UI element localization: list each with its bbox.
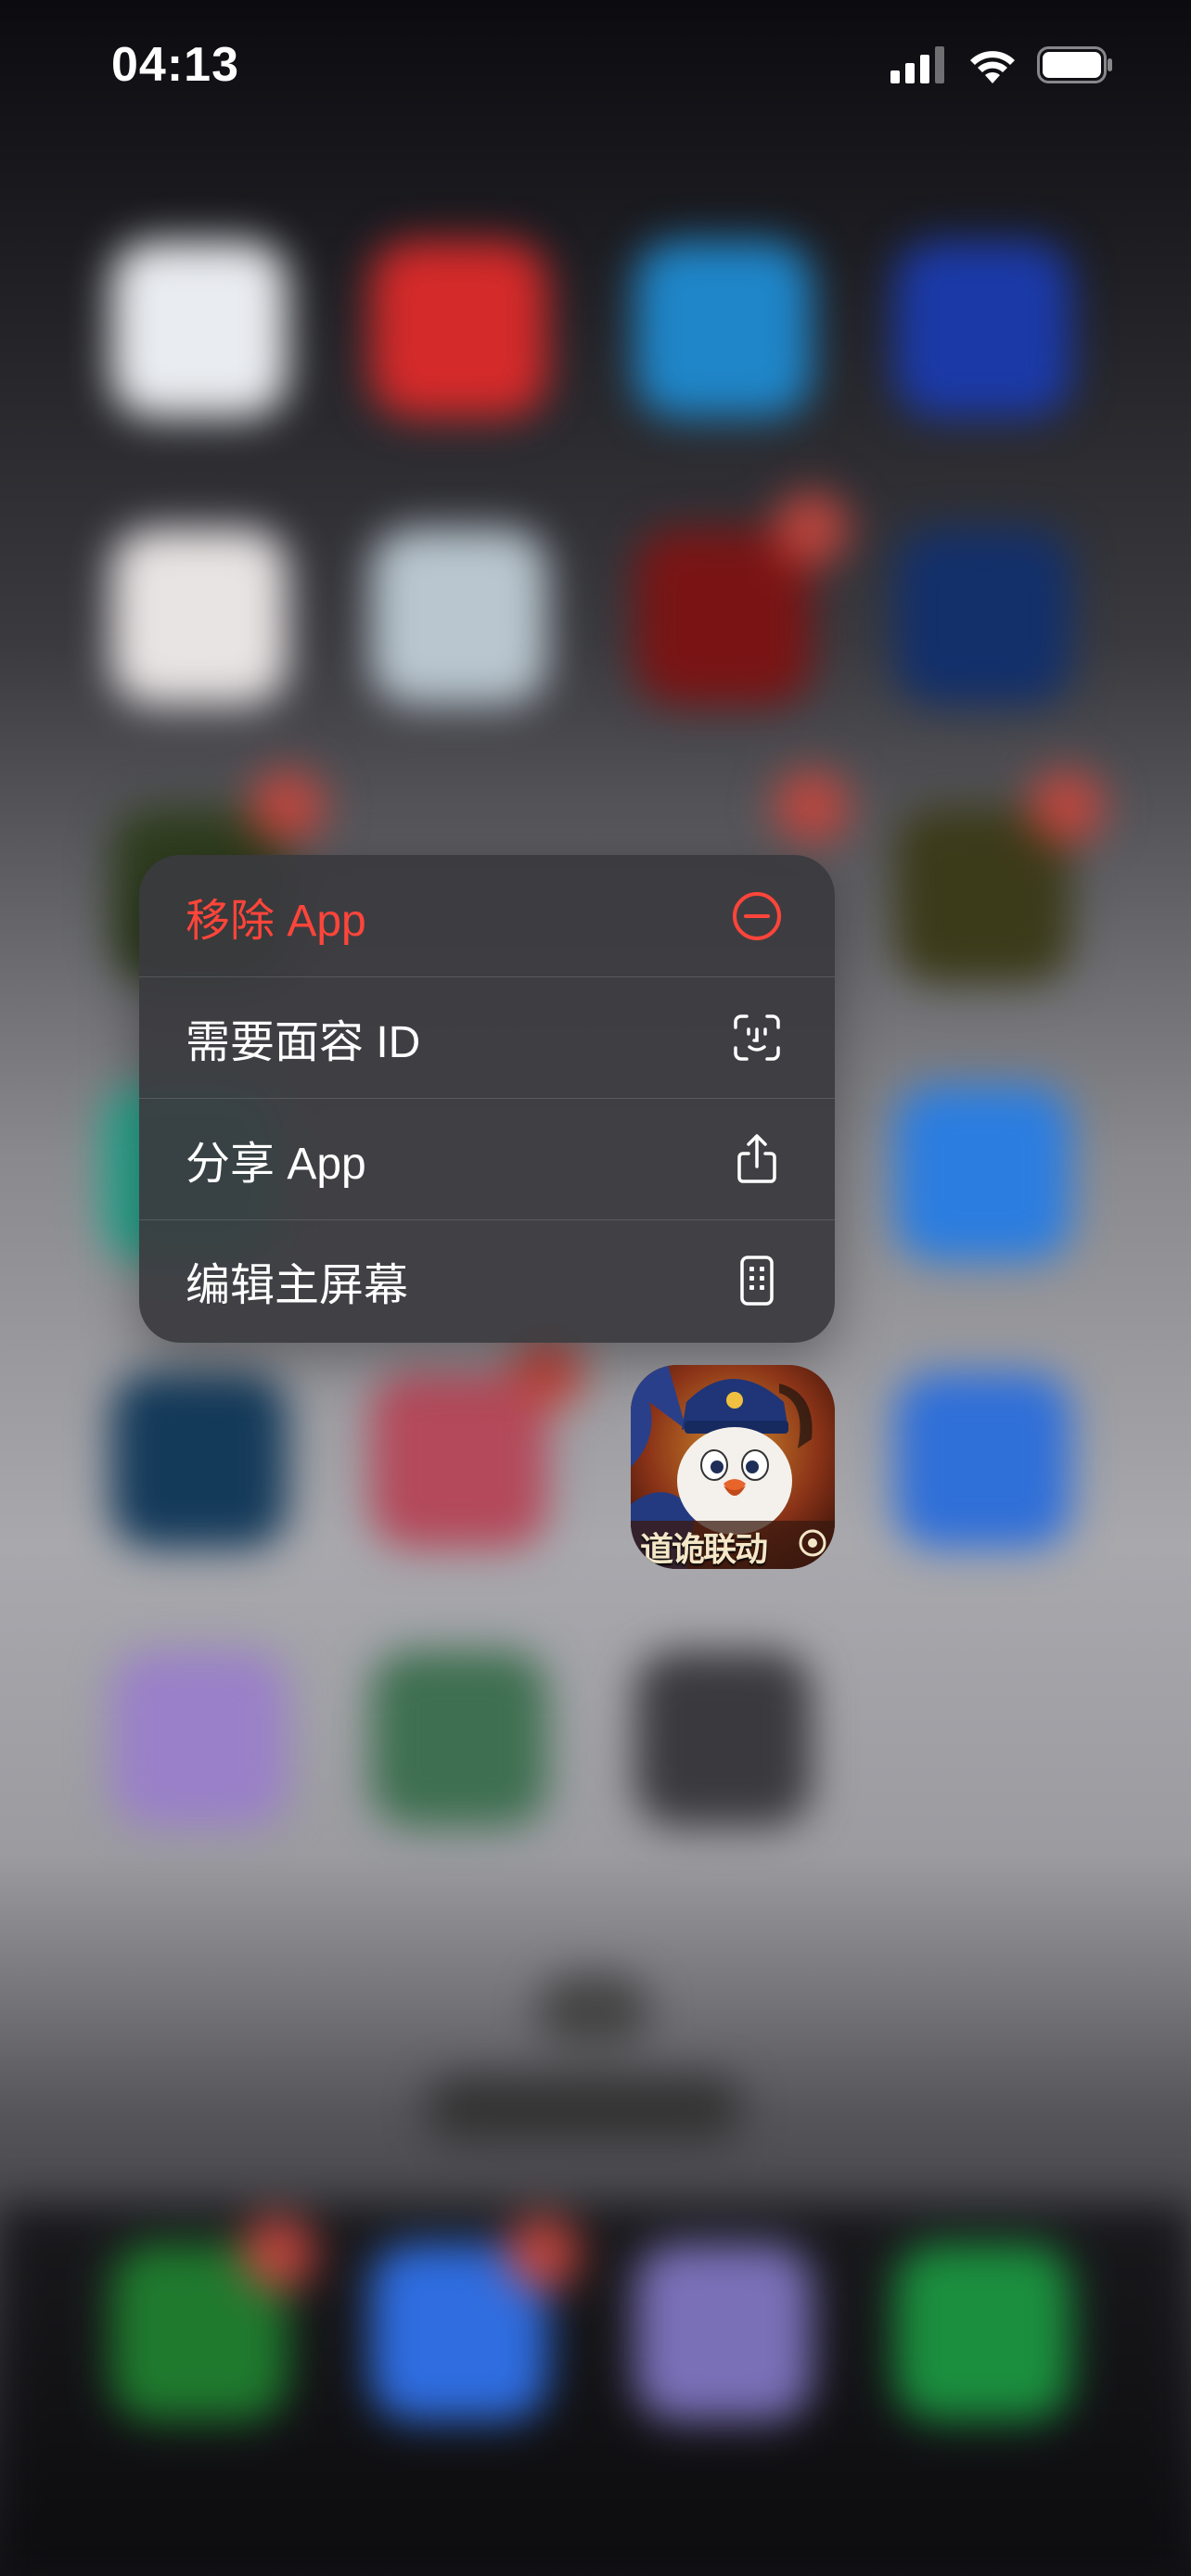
- blurred-page-indicator: [538, 1975, 649, 2049]
- blurred-badge: [506, 2216, 580, 2290]
- share-app-menu-item[interactable]: 分享 App: [139, 1098, 835, 1219]
- edit-home-screen-label: 编辑主屏幕: [186, 1261, 409, 1310]
- focused-app-icon[interactable]: 道诡联动: [631, 1365, 835, 1569]
- blurred-dock-icon: [895, 2244, 1071, 2420]
- remove-app-label: 移除 App: [186, 896, 366, 946]
- blurred-app-icon: [371, 529, 547, 705]
- blurred-app-icon: [895, 529, 1071, 705]
- wifi-icon: [970, 51, 1015, 83]
- minus-circle-icon: [731, 890, 783, 942]
- edit-home-screen-menu-item[interactable]: 编辑主屏幕: [139, 1219, 835, 1341]
- blurred-app-icon: [635, 241, 812, 417]
- face-id-icon: [731, 1012, 783, 1064]
- blurred-app-icon: [895, 1372, 1071, 1549]
- blurred-search-pill: [427, 2077, 742, 2142]
- blurred-app-icon: [371, 241, 547, 417]
- share-icon: [731, 1133, 783, 1185]
- app-context-menu: 移除 App 需要面容 ID 分享 App 编辑主屏幕: [139, 855, 835, 1343]
- app-icon-title-text: 道诡联动: [640, 1530, 768, 1569]
- blurred-badge: [1030, 770, 1104, 844]
- battery-icon: [1037, 46, 1112, 83]
- cellular-signal-icon: [890, 46, 944, 83]
- blurred-app-icon: [895, 241, 1071, 417]
- share-app-label: 分享 App: [186, 1140, 366, 1189]
- blurred-dock-icon: [635, 2244, 812, 2420]
- remove-app-menu-item[interactable]: 移除 App: [139, 855, 835, 976]
- blurred-app-icon: [895, 1085, 1071, 1261]
- blurred-badge: [775, 491, 849, 566]
- blurred-badge: [250, 770, 325, 844]
- blurred-app-icon: [111, 1651, 288, 1827]
- blurred-app-icon: [111, 529, 288, 705]
- status-time: 04:13: [111, 38, 239, 92]
- require-face-id-menu-item[interactable]: 需要面容 ID: [139, 976, 835, 1098]
- status-bar: 04:13: [0, 0, 1191, 130]
- blurred-app-icon: [371, 1651, 547, 1827]
- blurred-badge: [775, 770, 849, 844]
- blurred-badge: [241, 2216, 315, 2290]
- status-icons: [890, 46, 1113, 83]
- blurred-app-icon: [111, 1372, 288, 1549]
- blurred-badge: [510, 1335, 584, 1409]
- require-face-id-label: 需要面容 ID: [186, 1018, 421, 1067]
- blurred-app-icon: [111, 241, 288, 417]
- phone-grid-icon: [731, 1255, 783, 1307]
- blurred-app-icon: [635, 1651, 812, 1827]
